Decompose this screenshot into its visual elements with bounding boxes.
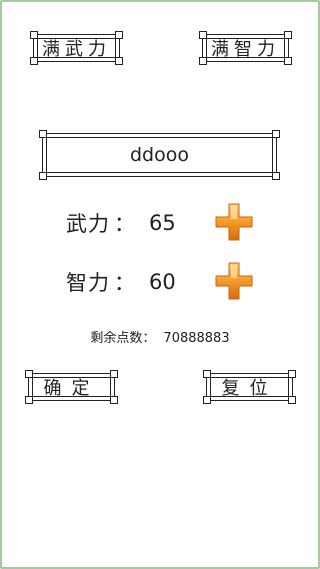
add-intellect-plus-icon[interactable] (213, 260, 255, 302)
reset-label: 复位 (221, 378, 278, 399)
force-row: 武力 ： 65 (66, 208, 176, 238)
intellect-row: 智力 ： 60 (66, 267, 176, 297)
max-intellect-button[interactable]: 满智力 (199, 31, 292, 65)
remaining-label: 剩余点数： (90, 331, 156, 346)
intellect-label: 智力 (66, 271, 110, 295)
reset-button[interactable]: 复位 (203, 370, 296, 404)
add-force-plus-icon[interactable] (213, 201, 255, 243)
force-label: 武力 (66, 212, 110, 236)
max-intellect-label: 满智力 (211, 39, 280, 60)
intellect-colon: ： (114, 271, 135, 295)
name-value: ddooo (130, 144, 189, 166)
force-colon: ： (114, 212, 135, 236)
confirm-button[interactable]: 确定 (25, 370, 118, 404)
max-force-label: 满武力 (42, 39, 111, 60)
force-value: 65 (149, 211, 176, 235)
remaining-points: 剩余点数： 70888883 (0, 327, 320, 346)
confirm-label: 确定 (43, 378, 100, 399)
max-force-button[interactable]: 满武力 (30, 31, 123, 65)
intellect-value: 60 (149, 270, 176, 294)
name-field[interactable]: ddooo (39, 130, 280, 180)
remaining-value: 70888883 (163, 331, 230, 346)
